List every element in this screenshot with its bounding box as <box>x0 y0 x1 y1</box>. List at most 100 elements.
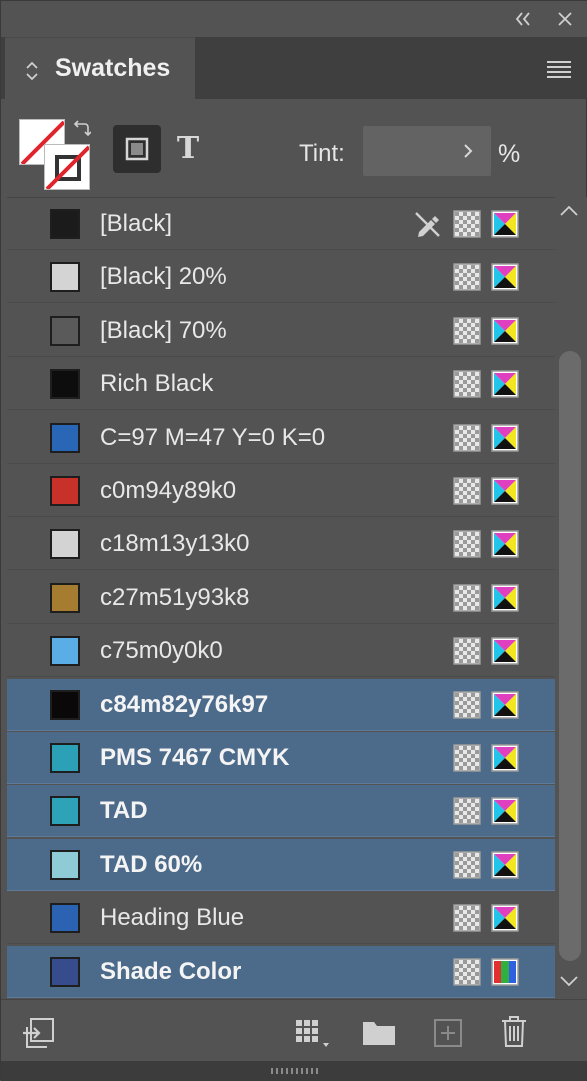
swatch-color-chip <box>50 476 80 506</box>
chevron-up-icon[interactable] <box>557 201 581 221</box>
show-swatch-views-icon[interactable] <box>294 1017 334 1049</box>
swatch-color-chip <box>50 796 80 827</box>
cmyk-mode-icon <box>491 637 519 665</box>
cmyk-mode-icon <box>491 797 519 826</box>
swap-fill-stroke-icon[interactable] <box>73 120 91 138</box>
swatch-row[interactable]: c27m51y93k8 <box>7 572 555 624</box>
process-color-icon <box>453 210 481 238</box>
swatch-name: c27m51y93k8 <box>100 583 250 611</box>
swatch-name: Rich Black <box>100 370 214 398</box>
swatch-name: TAD 60% <box>100 850 203 878</box>
swatch-color-chip <box>50 849 80 880</box>
pencil-slash-icon <box>415 212 440 237</box>
process-color-icon <box>453 370 481 398</box>
swatch-row[interactable]: Rich Black <box>7 358 555 411</box>
swatch-color-chip <box>50 262 80 293</box>
swatch-row[interactable]: TAD 60% <box>7 838 555 891</box>
swatch-row[interactable]: c18m13y13k0 <box>7 518 555 571</box>
swatch-color-chip <box>50 689 80 720</box>
swatch-name: c0m94y89k0 <box>100 477 237 504</box>
swatch-row[interactable]: PMS 7467 CMYK <box>7 732 555 784</box>
swatch-row[interactable]: C=97 M=47 Y=0 K=0 <box>7 412 555 464</box>
new-swatch-icon[interactable] <box>433 1018 463 1048</box>
swatch-name: PMS 7467 CMYK <box>100 744 290 771</box>
new-color-group-icon[interactable] <box>362 1018 396 1046</box>
process-color-icon <box>453 637 481 665</box>
double-chevron-left-icon[interactable] <box>513 9 533 29</box>
swatch-color-chip <box>50 369 80 400</box>
swatch-row[interactable]: c75m0y0k0 <box>7 625 555 678</box>
cmyk-mode-icon <box>491 477 519 505</box>
panel-top-strip <box>1 1 587 37</box>
process-color-icon <box>453 957 481 986</box>
chevron-down-icon[interactable] <box>557 971 581 991</box>
formatting-affects-container-icon[interactable] <box>113 125 161 173</box>
swatch-name: C=97 M=47 Y=0 K=0 <box>100 423 326 451</box>
process-color-icon <box>453 584 481 612</box>
tint-input[interactable] <box>363 126 491 176</box>
swatch-name: c75m0y0k0 <box>100 637 223 665</box>
grip-icon[interactable] <box>269 1066 321 1076</box>
process-color-icon <box>453 851 481 879</box>
stroke-none-icon[interactable] <box>44 144 90 190</box>
process-color-icon <box>453 263 481 292</box>
cmyk-mode-icon <box>491 904 519 932</box>
chevron-up-down-icon[interactable] <box>25 60 39 82</box>
swatch-color-chip <box>50 315 80 346</box>
tab-swatches[interactable]: Swatches <box>5 37 195 101</box>
process-color-icon <box>453 317 481 345</box>
swatch-color-chip <box>50 743 80 773</box>
cmyk-mode-icon <box>491 584 519 612</box>
cmyk-mode-icon <box>491 370 519 398</box>
swatch-list[interactable]: [Black] [Black] 20% [Black] 70% Rich Black C… <box>7 197 555 1000</box>
swatch-color-chip <box>50 422 80 453</box>
hamburger-menu-icon[interactable] <box>545 58 573 80</box>
cmyk-mode-icon <box>491 530 519 559</box>
swatch-color-chip <box>50 636 80 667</box>
process-color-icon <box>453 530 481 559</box>
swatch-row[interactable]: Heading Blue <box>7 892 555 945</box>
swatch-name: c18m13y13k0 <box>100 530 250 558</box>
swatch-name: [Black] <box>100 210 173 237</box>
rgb-mode-icon <box>491 957 519 986</box>
cmyk-mode-icon <box>491 317 519 345</box>
process-color-icon <box>453 477 481 505</box>
swatch-color-chip <box>50 209 80 239</box>
panel-resize-handle[interactable] <box>1 1061 587 1081</box>
swatch-name: TAD <box>100 797 148 825</box>
formatting-affects-text-icon[interactable]: T <box>173 132 203 166</box>
chevron-right-icon[interactable] <box>461 140 475 162</box>
tint-label: Tint: <box>299 140 345 167</box>
panel-title: Swatches <box>55 54 171 82</box>
add-to-library-icon[interactable] <box>21 1017 55 1049</box>
process-color-icon <box>453 797 481 826</box>
swatch-name: [Black] 70% <box>100 316 227 344</box>
process-color-icon <box>453 423 481 452</box>
swatch-color-chip <box>50 529 80 560</box>
cmyk-mode-icon <box>491 210 519 238</box>
swatch-row[interactable]: c0m94y89k0 <box>7 465 555 517</box>
swatch-row[interactable]: TAD <box>7 785 555 838</box>
swatch-row[interactable]: c84m82y76k97 <box>7 678 555 731</box>
swatch-color-chip <box>50 903 80 934</box>
swatch-row[interactable]: [Black] <box>7 198 555 250</box>
scrollbar-thumb[interactable] <box>559 351 581 961</box>
close-icon[interactable] <box>555 9 575 29</box>
swatch-color-chip <box>50 956 80 987</box>
swatch-row[interactable]: [Black] 70% <box>7 305 555 357</box>
swatches-panel: Swatches T Tint: % [Black] [Black] 20% [… <box>0 0 587 1081</box>
cmyk-mode-icon <box>491 744 519 772</box>
cmyk-mode-icon <box>491 690 519 719</box>
process-color-icon <box>453 744 481 772</box>
trash-icon[interactable] <box>499 1014 529 1048</box>
swatch-row[interactable]: Shade Color <box>7 945 555 998</box>
cmyk-mode-icon <box>491 263 519 292</box>
swatch-name: Shade Color <box>100 957 242 985</box>
cmyk-mode-icon <box>491 851 519 879</box>
swatch-row[interactable]: [Black] 20% <box>7 251 555 304</box>
swatch-name: Heading Blue <box>100 904 245 932</box>
process-color-icon <box>453 904 481 932</box>
cmyk-mode-icon <box>491 423 519 452</box>
process-color-icon <box>453 690 481 719</box>
tint-unit: % <box>498 140 521 168</box>
